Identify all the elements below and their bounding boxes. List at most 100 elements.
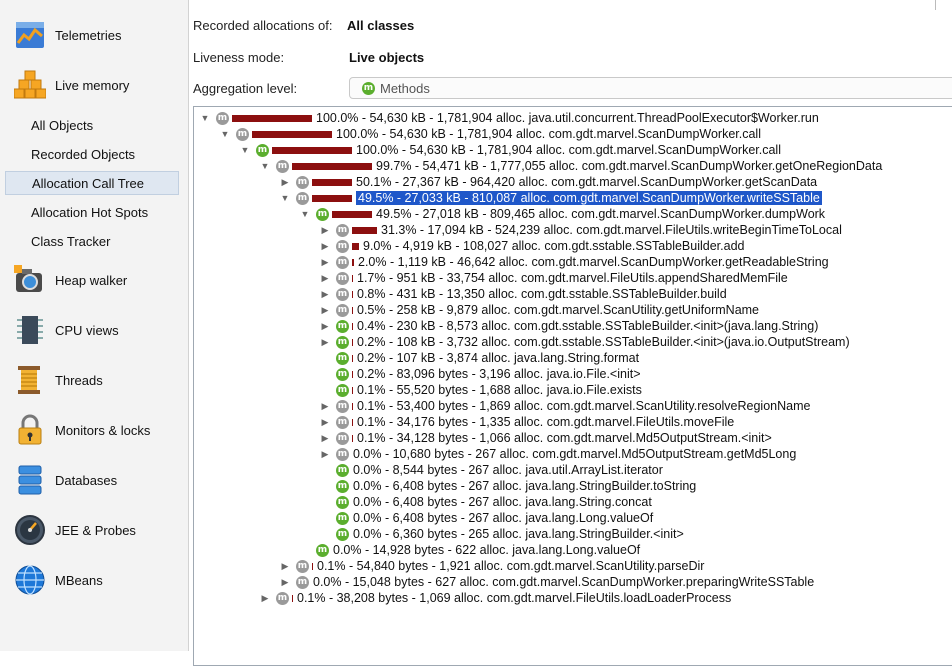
sidebar-item-databases[interactable]: Databases <box>0 462 188 498</box>
tree-row[interactable]: m 0.0% - 6,408 bytes - 267 alloc. java.la… <box>320 510 653 526</box>
method-icon: m <box>336 495 349 509</box>
tree-row[interactable]: m 0.1% - 55,520 bytes - 1,688 alloc. java… <box>320 382 642 398</box>
aggregation-level-combobox[interactable]: m Methods <box>349 77 952 99</box>
sidebar-item-live-memory[interactable]: Live memory <box>0 67 188 103</box>
expand-triangle-icon[interactable]: ▶ <box>280 177 290 187</box>
allocation-percent-bar <box>352 434 353 442</box>
allocation-percent-bar <box>232 114 312 122</box>
tree-row[interactable]: ▶ m 0.2% - 108 kB - 3,732 alloc. com.gdt.s… <box>320 334 850 350</box>
expand-triangle-icon[interactable]: ▶ <box>320 241 330 251</box>
expand-triangle-icon[interactable]: ▶ <box>320 449 330 459</box>
tree-row[interactable]: m 0.0% - 14,928 bytes - 622 alloc. java.l… <box>300 542 640 558</box>
tree-row[interactable]: ▶ m 1.7% - 951 kB - 33,754 alloc. com.gdt.… <box>320 270 788 286</box>
tree-row[interactable]: ▼ m 49.5% - 27,033 kB - 810,087 alloc. com… <box>280 190 822 206</box>
tree-row[interactable]: m 0.0% - 6,408 bytes - 267 alloc. java.la… <box>320 494 652 510</box>
tree-row[interactable]: ▶ m 31.3% - 17,094 kB - 524,239 alloc. com… <box>320 222 842 238</box>
collapse-triangle-icon[interactable]: ▼ <box>200 113 210 123</box>
tree-row-label: 99.7% - 54,471 kB - 1,777,055 alloc. com… <box>376 159 883 173</box>
cpu-views-icon <box>17 316 43 344</box>
telemetries-icon <box>16 22 44 48</box>
tree-row[interactable]: ▶ m 9.0% - 4,919 kB - 108,027 alloc. com.g… <box>320 238 745 254</box>
tree-row[interactable]: ▶ m 0.4% - 230 kB - 8,573 alloc. com.gdt.s… <box>320 318 819 334</box>
sidebar-item-label: Heap walker <box>55 272 128 288</box>
tree-row-label: 0.0% - 10,680 bytes - 267 alloc. com.gdt… <box>353 447 797 461</box>
collapse-triangle-icon[interactable]: ▼ <box>280 193 290 203</box>
sidebar-item-mbeans[interactable]: MBeans <box>0 562 188 598</box>
tree-row[interactable]: ▼ m 100.0% - 54,630 kB - 1,781,904 alloc. … <box>240 142 781 158</box>
expand-triangle-icon[interactable]: ▶ <box>260 593 270 603</box>
sidebar-item-cpu-views[interactable]: CPU views <box>0 312 188 348</box>
sidebar-subitem-recorded-objects[interactable]: Recorded Objects <box>5 142 179 166</box>
tree-row[interactable]: m 0.0% - 6,360 bytes - 265 alloc. java.la… <box>320 526 684 542</box>
sidebar-item-jee-probes[interactable]: JEE & Probes <box>0 512 188 548</box>
sidebar-subitem-allocation-call-tree[interactable]: Allocation Call Tree <box>5 171 179 195</box>
recorded-allocations-value: All classes <box>347 18 415 33</box>
tree-row-label: 0.8% - 431 kB - 13,350 alloc. com.gdt.ss… <box>357 287 727 301</box>
tree-row[interactable]: ▶ m 0.1% - 53,400 bytes - 1,869 alloc. com… <box>320 398 811 414</box>
collapse-triangle-icon[interactable]: ▼ <box>300 209 310 219</box>
database-icon <box>18 465 42 495</box>
tree-row[interactable]: ▼ m 49.5% - 27,018 kB - 809,465 alloc. com… <box>300 206 826 222</box>
tree-row[interactable]: ▶ m 0.1% - 34,176 bytes - 1,335 alloc. com… <box>320 414 735 430</box>
sidebar-item-threads[interactable]: Threads <box>0 362 188 398</box>
tree-row-label: 0.4% - 230 kB - 8,573 alloc. com.gdt.sst… <box>357 319 819 333</box>
allocation-percent-bar <box>272 146 352 154</box>
tree-row[interactable]: ▶ m 0.1% - 38,208 bytes - 1,069 alloc. com… <box>260 590 732 606</box>
tree-row-label: 0.1% - 38,208 bytes - 1,069 alloc. com.g… <box>297 591 732 605</box>
tree-row[interactable]: ▶ m 0.5% - 258 kB - 9,879 alloc. com.gdt.m… <box>320 302 759 318</box>
expand-triangle-icon[interactable]: ▶ <box>320 305 330 315</box>
tree-row[interactable]: m 0.0% - 6,408 bytes - 267 alloc. java.la… <box>320 478 696 494</box>
sidebar-subitem-all-objects[interactable]: All Objects <box>5 113 179 137</box>
tree-row[interactable]: ▶ m 0.1% - 54,840 bytes - 1,921 alloc. com… <box>280 558 705 574</box>
tree-row[interactable]: m 0.0% - 8,544 bytes - 267 alloc. java.ut… <box>320 462 663 478</box>
tree-row[interactable]: m 0.2% - 83,096 bytes - 3,196 alloc. java… <box>320 366 641 382</box>
tree-row[interactable]: ▼ m 100.0% - 54,630 kB - 1,781,904 alloc. … <box>220 126 761 142</box>
expand-triangle-icon[interactable]: ▶ <box>320 337 330 347</box>
tree-row-label: 0.1% - 53,400 bytes - 1,869 alloc. com.g… <box>357 399 811 413</box>
tree-row[interactable]: ▶ m 0.8% - 431 kB - 13,350 alloc. com.gdt.… <box>320 286 727 302</box>
expand-triangle-icon[interactable]: ▶ <box>320 225 330 235</box>
tree-row[interactable]: ▼ m 100.0% - 54,630 kB - 1,781,904 alloc. … <box>200 110 819 126</box>
method-icon: m <box>276 591 289 605</box>
tree-row[interactable]: ▶ m 0.0% - 10,680 bytes - 267 alloc. com.g… <box>320 446 797 462</box>
collapse-triangle-icon[interactable]: ▼ <box>240 145 250 155</box>
expand-triangle-icon[interactable]: ▶ <box>320 257 330 267</box>
method-icon: m <box>336 223 349 237</box>
expand-triangle-icon[interactable]: ▶ <box>320 321 330 331</box>
method-icon: m <box>316 207 329 221</box>
sidebar-item-telemetries[interactable]: Telemetries <box>0 17 188 53</box>
allocation-call-tree[interactable]: ▼ m 100.0% - 54,630 kB - 1,781,904 alloc. … <box>193 106 952 666</box>
sidebar-item-label: CPU views <box>55 322 119 338</box>
expand-triangle-icon[interactable]: ▶ <box>320 273 330 283</box>
sidebar-item-label: Threads <box>55 372 103 388</box>
tree-row-label: 50.1% - 27,367 kB - 964,420 alloc. com.g… <box>356 175 818 189</box>
expand-triangle-icon[interactable]: ▶ <box>320 433 330 443</box>
method-icon: m <box>336 415 349 429</box>
sidebar-item-label: Live memory <box>55 77 130 93</box>
tree-row[interactable]: ▶ m 2.0% - 1,119 kB - 46,642 alloc. com.gd… <box>320 254 829 270</box>
tree-row[interactable]: ▶ m 50.1% - 27,367 kB - 964,420 alloc. com… <box>280 174 818 190</box>
tree-row[interactable]: ▶ m 0.1% - 34,128 bytes - 1,066 alloc. com… <box>320 430 772 446</box>
tree-row[interactable]: ▶ m 0.0% - 15,048 bytes - 627 alloc. com.g… <box>280 574 815 590</box>
aggregation-level-label: Aggregation level: <box>193 81 298 96</box>
method-icon: m <box>236 127 249 141</box>
sidebar-subitem-class-tracker[interactable]: Class Tracker <box>5 229 179 253</box>
sidebar-item-heap-walker[interactable]: Heap walker <box>0 262 188 298</box>
method-icon: m <box>336 303 349 317</box>
expand-triangle-icon[interactable]: ▶ <box>320 417 330 427</box>
expand-triangle-icon[interactable]: ▶ <box>320 401 330 411</box>
expand-triangle-icon[interactable]: ▶ <box>280 577 290 587</box>
sidebar-item-label: Databases <box>55 472 118 488</box>
tree-row[interactable]: ▼ m 99.7% - 54,471 kB - 1,777,055 alloc. c… <box>260 158 883 174</box>
collapse-triangle-icon[interactable]: ▼ <box>220 129 230 139</box>
method-icon: m <box>296 575 309 589</box>
expand-triangle-icon[interactable]: ▶ <box>280 561 290 571</box>
tree-row[interactable]: m 0.2% - 107 kB - 3,874 alloc. java.lang.… <box>320 350 639 366</box>
collapse-triangle-icon[interactable]: ▼ <box>260 161 270 171</box>
heap-walker-icon <box>14 265 42 292</box>
expand-triangle-icon[interactable]: ▶ <box>320 289 330 299</box>
sidebar-subitem-allocation-hot-spots[interactable]: Allocation Hot Spots <box>5 200 179 224</box>
sidebar-item-monitors-locks[interactable]: Monitors & locks <box>0 412 188 448</box>
tree-row-label: 100.0% - 54,630 kB - 1,781,904 alloc. co… <box>356 143 781 157</box>
method-icon: m <box>336 351 349 365</box>
